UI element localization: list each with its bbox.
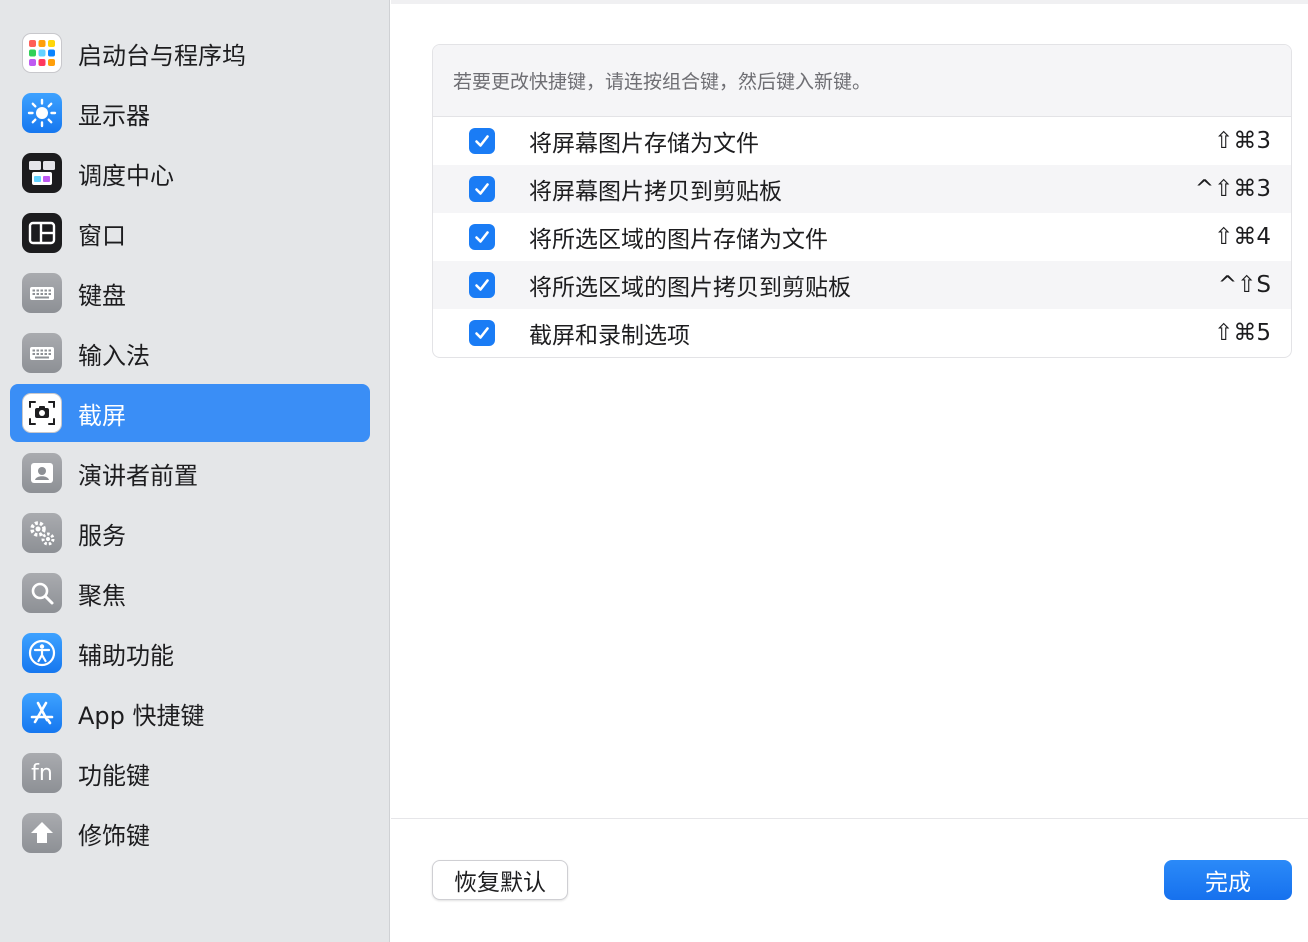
sidebar-item-windows[interactable]: 窗口 — [10, 204, 370, 262]
sidebar-item-spotlight[interactable]: 聚焦 — [10, 564, 370, 622]
magnifier-icon — [22, 573, 62, 613]
mission-control-icon — [22, 153, 62, 193]
shortcuts-panel: 若要更改快捷键，请连按组合键，然后键入新键。 将屏幕图片存储为文件 ⇧⌘3 将屏… — [432, 44, 1292, 358]
shortcut-label: 将屏幕图片存储为文件 — [529, 131, 759, 157]
sidebar-item-label: 修饰键 — [78, 821, 150, 850]
sidebar-item-label: 启动台与程序坞 — [78, 41, 246, 70]
sidebar-item-label: 显示器 — [78, 101, 150, 130]
shortcut-keys[interactable]: ⇧⌘5 — [1214, 320, 1271, 346]
sidebar-item-label: 输入法 — [78, 341, 150, 370]
presenter-overlay-icon — [22, 453, 62, 493]
shortcut-label: 将屏幕图片拷贝到剪贴板 — [529, 179, 782, 205]
checkmark-icon — [475, 135, 489, 147]
sidebar-item-label: 键盘 — [78, 281, 126, 310]
shortcut-label: 将所选区域的图片存储为文件 — [529, 227, 828, 253]
panel-hint: 若要更改快捷键，请连按组合键，然后键入新键。 — [433, 45, 1291, 117]
sidebar-item-label: 截屏 — [78, 401, 126, 430]
main-content: 若要更改快捷键，请连按组合键，然后键入新键。 将屏幕图片存储为文件 ⇧⌘3 将屏… — [391, 0, 1308, 942]
sidebar-item-presenter-overlay[interactable]: 演讲者前置 — [10, 444, 370, 502]
sidebar-item-modifier-keys[interactable]: 修饰键 — [10, 804, 370, 862]
shortcut-row[interactable]: 截屏和录制选项 ⇧⌘5 — [433, 309, 1291, 357]
shortcut-checkbox[interactable] — [469, 224, 495, 250]
shortcut-row[interactable]: 将所选区域的图片拷贝到剪贴板 ^⇧S — [433, 261, 1291, 309]
checkmark-icon — [475, 279, 489, 291]
shortcut-checkbox[interactable] — [469, 272, 495, 298]
sidebar-item-label: 辅助功能 — [78, 641, 174, 670]
shortcut-label: 截屏和录制选项 — [529, 323, 690, 349]
window-icon — [22, 213, 62, 253]
fn-key-icon: fn — [22, 753, 62, 793]
shortcut-row[interactable]: 将屏幕图片存储为文件 ⇧⌘3 — [433, 117, 1291, 165]
checkmark-icon — [475, 231, 489, 243]
footer-divider — [391, 818, 1308, 819]
keyboard-icon — [22, 273, 62, 313]
checkmark-icon — [475, 327, 489, 339]
sidebar-item-app-shortcuts[interactable]: App 快捷键 — [10, 684, 370, 742]
sidebar-item-function-keys[interactable]: fn 功能键 — [10, 744, 370, 802]
sidebar-item-launchpad[interactable]: 启动台与程序坞 — [10, 24, 370, 82]
sidebar-item-accessibility[interactable]: 辅助功能 — [10, 624, 370, 682]
shortcut-keys[interactable]: ⇧⌘3 — [1214, 128, 1271, 154]
sidebar-item-label: 服务 — [78, 521, 126, 550]
sidebar-item-label: 窗口 — [78, 221, 126, 250]
shortcut-checkbox[interactable] — [469, 128, 495, 154]
sidebar-item-label: 聚焦 — [78, 581, 126, 610]
sidebar-item-label: 调度中心 — [78, 161, 174, 190]
shortcut-label: 将所选区域的图片拷贝到剪贴板 — [529, 275, 851, 301]
sidebar-item-mission-control[interactable]: 调度中心 — [10, 144, 370, 202]
screenshot-icon — [22, 393, 62, 433]
app-store-icon — [22, 693, 62, 733]
shortcut-checkbox[interactable] — [469, 176, 495, 202]
input-method-icon — [22, 333, 62, 373]
sidebar-item-services[interactable]: 服务 — [10, 504, 370, 562]
checkmark-icon — [475, 183, 489, 195]
fn-key-glyph: fn — [31, 760, 53, 786]
shortcut-checkbox[interactable] — [469, 320, 495, 346]
sidebar-item-displays[interactable]: 显示器 — [10, 84, 370, 142]
sidebar-item-label: 演讲者前置 — [78, 461, 198, 490]
shortcut-keys[interactable]: ^⇧⌘3 — [1195, 176, 1271, 202]
shortcut-keys[interactable]: ^⇧S — [1218, 272, 1271, 298]
sidebar-item-keyboard[interactable]: 键盘 — [10, 264, 370, 322]
shortcut-row[interactable]: 将所选区域的图片存储为文件 ⇧⌘4 — [433, 213, 1291, 261]
brightness-icon — [22, 93, 62, 133]
sidebar-item-label: App 快捷键 — [78, 701, 205, 730]
modifier-arrow-icon — [22, 813, 62, 853]
sidebar: 启动台与程序坞 显示器 调度中心 窗口 键盘 输入法 截屏 演讲者前置 服务 聚… — [0, 0, 390, 942]
gears-icon — [22, 513, 62, 553]
sidebar-item-screenshots[interactable]: 截屏 — [10, 384, 370, 442]
sidebar-item-input-sources[interactable]: 输入法 — [10, 324, 370, 382]
shortcut-row[interactable]: 将屏幕图片拷贝到剪贴板 ^⇧⌘3 — [433, 165, 1291, 213]
accessibility-icon — [22, 633, 62, 673]
shortcut-keys[interactable]: ⇧⌘4 — [1214, 224, 1271, 250]
done-button[interactable]: 完成 — [1164, 860, 1292, 900]
launchpad-icon — [22, 33, 62, 73]
restore-defaults-button[interactable]: 恢复默认 — [432, 860, 568, 900]
sidebar-item-label: 功能键 — [78, 761, 150, 790]
top-divider — [391, 0, 1308, 4]
